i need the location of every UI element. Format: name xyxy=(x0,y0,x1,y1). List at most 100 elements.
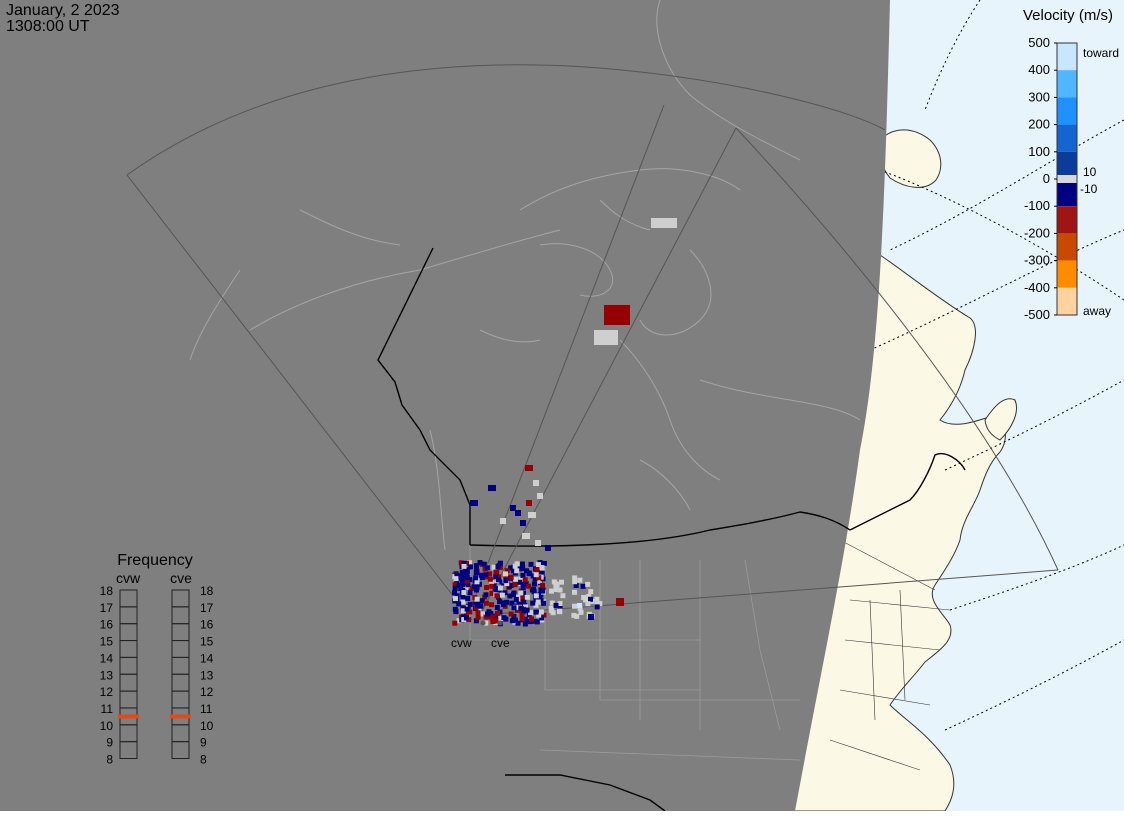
velocity-band xyxy=(1057,43,1077,71)
radar-scatter-cell xyxy=(503,571,508,577)
velocity-tick-label: -200 xyxy=(1024,225,1050,240)
radar-scatter-cell xyxy=(514,561,520,567)
radar-scatter-cell xyxy=(535,562,541,568)
radar-scatter-cell xyxy=(520,520,526,526)
velocity-tick-label: -300 xyxy=(1024,253,1050,268)
radar-scatter-cell xyxy=(535,540,541,546)
radar-scatter-cell xyxy=(581,595,587,600)
radar-scatter-cell xyxy=(512,582,518,588)
radar-scatter-cell xyxy=(478,572,484,578)
frequency-tick-left: 18 xyxy=(100,584,114,598)
radar-scatter-cell xyxy=(475,602,481,608)
radar-scatter-cell xyxy=(509,618,515,624)
radar-scatter-cell xyxy=(522,577,528,583)
radar-scatter-cell xyxy=(453,596,458,602)
radar-scatter-cell xyxy=(452,590,457,596)
radar-scatter-cell xyxy=(533,609,539,615)
frequency-tick-right: 17 xyxy=(200,601,214,615)
radar-scatter-cell xyxy=(577,577,583,583)
radar-scatter-cell xyxy=(477,560,483,565)
radar-scatter-cell xyxy=(540,588,546,594)
radar-scatter-cell xyxy=(513,576,519,582)
radar-scatter-cell xyxy=(464,615,469,621)
radar-scatter-cell xyxy=(494,605,500,610)
radar-scatter-cell xyxy=(572,579,578,585)
radar-scatter-cell xyxy=(526,583,532,589)
velocity-tick-label: -100 xyxy=(1024,198,1050,213)
frequency-tick-left: 11 xyxy=(101,702,114,716)
velocity-band-gap xyxy=(1057,175,1077,183)
radar-scatter-cell xyxy=(453,609,459,615)
radar-scatter-cell xyxy=(452,585,458,591)
frequency-tick-right: 16 xyxy=(200,618,214,632)
radar-scatter-cell xyxy=(533,593,539,599)
radar-scatter-cell xyxy=(515,510,521,516)
radar-scatter-cell xyxy=(465,596,471,601)
radar-scatter-cell xyxy=(475,614,481,620)
radar-scatter-cell xyxy=(522,621,528,627)
frequency-title: Frequency xyxy=(117,552,193,569)
frequency-tick-right: 8 xyxy=(200,753,207,767)
radar-scatter-cell xyxy=(483,600,489,606)
radar-scatter-cell xyxy=(521,599,527,605)
radar-scatter-cell xyxy=(531,581,537,587)
radar-scatter-cell xyxy=(474,596,480,602)
radar-scatter-cell xyxy=(484,565,490,571)
frequency-tick-right: 13 xyxy=(200,668,214,682)
radar-scatter-cell xyxy=(518,590,524,596)
radar-scatter-cell xyxy=(503,578,509,584)
velocity-band xyxy=(1057,233,1077,261)
cvw-site-marker xyxy=(480,620,486,626)
radar-scatter-cell xyxy=(585,601,591,607)
velocity-tick-label: 300 xyxy=(1028,89,1050,104)
radar-scatter-cell xyxy=(464,606,470,612)
velocity-band xyxy=(1057,260,1077,288)
frequency-tick-right: 11 xyxy=(200,702,213,716)
frequency-tick-left: 10 xyxy=(100,719,114,733)
radar-scatter-cell xyxy=(553,587,559,592)
cve-site-marker xyxy=(497,620,503,626)
velocity-tick-label: 0 xyxy=(1043,171,1050,186)
velocity-band xyxy=(1057,206,1077,234)
radar-scatter-cell xyxy=(489,602,495,608)
radar-scatter-cell xyxy=(549,588,554,594)
velocity-band xyxy=(1057,124,1077,152)
velocity-band xyxy=(1057,287,1077,315)
radar-scatter-cell xyxy=(494,593,500,599)
radar-scatter-cell xyxy=(559,579,564,585)
radar-scatter-cell xyxy=(513,596,519,602)
radar-scatter-cell xyxy=(519,616,525,622)
frequency-marker-cve xyxy=(170,714,191,719)
frequency-tick-right: 10 xyxy=(200,719,214,733)
radar-scatter-cell xyxy=(473,575,479,581)
frequency-tick-left: 13 xyxy=(100,668,114,682)
frequency-tick-right: 12 xyxy=(200,685,214,699)
radar-scatter-cell xyxy=(588,589,594,595)
radar-scatter-cell xyxy=(522,533,530,539)
radar-scatter-cell xyxy=(500,518,506,524)
radar-scatter-cell xyxy=(588,614,594,620)
frequency-radar-label-cve: cve xyxy=(170,570,192,586)
radar-scatter-cell xyxy=(464,575,470,581)
radar-scatter-cell xyxy=(534,567,540,573)
radar-scatter-cell xyxy=(497,585,503,591)
radar-scatter-cell xyxy=(540,582,546,588)
radar-scatter-cell xyxy=(535,599,541,605)
velocity-tick-label: -500 xyxy=(1024,307,1050,322)
radar-scatter-cell xyxy=(585,581,591,587)
radar-scatter-cell xyxy=(526,500,532,506)
frequency-tick-left: 16 xyxy=(100,618,114,632)
radar-scatter-cell xyxy=(453,576,459,582)
radar-scatter-cell xyxy=(577,603,582,608)
radar-scatter-cell xyxy=(533,572,539,578)
radar-scatter-cell xyxy=(458,573,464,579)
radar-scatter-cell xyxy=(533,480,539,486)
radar-scatter-cell xyxy=(525,465,533,471)
radar-scatter-cell xyxy=(571,612,577,618)
velocity-tick-label: 200 xyxy=(1028,117,1050,132)
radar-scatter-cell xyxy=(501,615,507,621)
radar-scatter-cell xyxy=(495,610,500,616)
radar-site-label-cve: cve xyxy=(491,636,510,650)
radar-scatter-cell xyxy=(461,590,467,595)
velocity-scale-title: Velocity (m/s) xyxy=(1023,7,1113,24)
